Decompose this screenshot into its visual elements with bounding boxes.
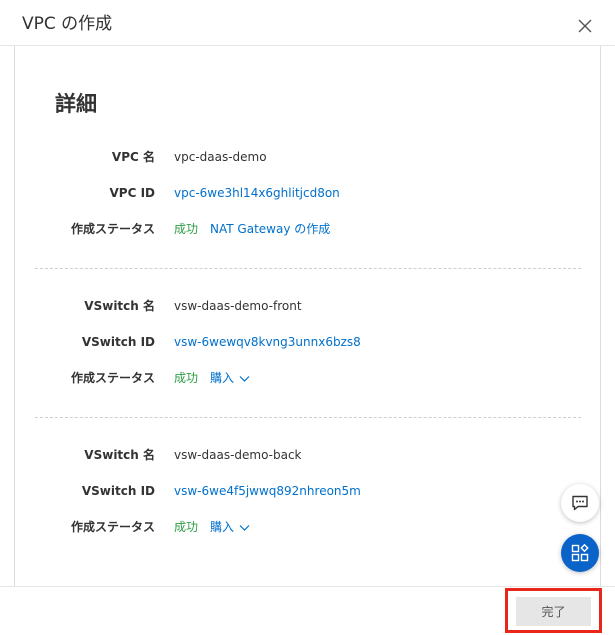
- vswitch-front-id-row: VSwitch ID vsw-6wewqv8kvng3unnx6bzs8: [15, 332, 602, 352]
- field-label: VSwitch ID: [81, 484, 155, 498]
- vswitch-front-name-row: VSwitch 名 vsw-daas-demo-front: [15, 296, 602, 316]
- vswitch-back-id-link[interactable]: vsw-6we4f5jwwq892nhreon5m: [174, 481, 361, 501]
- field-label: VSwitch 名: [84, 448, 155, 462]
- vswitch-front-name-value: vsw-daas-demo-front: [174, 299, 302, 313]
- done-button[interactable]: 完了: [516, 597, 591, 626]
- vswitch-back-status-value: 成功 購入: [174, 517, 250, 537]
- vswitch-front-id-link[interactable]: vsw-6wewqv8kvng3unnx6bzs8: [174, 332, 361, 352]
- status-success: 成功: [174, 222, 199, 236]
- vpc-status-row: 作成ステータス 成功 NAT Gateway の作成: [15, 219, 602, 239]
- vswitch-back-id-row: VSwitch ID vsw-6we4f5jwwq892nhreon5m: [15, 481, 602, 501]
- chevron-down-icon: [239, 524, 250, 531]
- create-nat-gateway-link[interactable]: NAT Gateway の作成: [210, 219, 330, 239]
- section-title: 詳細: [55, 92, 97, 116]
- purchase-label: 購入: [210, 371, 235, 385]
- chevron-down-icon: [239, 375, 250, 382]
- field-label: VPC 名: [111, 150, 155, 164]
- vswitch-back-name-row: VSwitch 名 vsw-daas-demo-back: [15, 445, 602, 465]
- chat-icon: [572, 495, 588, 511]
- divider: [35, 268, 581, 269]
- close-icon[interactable]: [576, 17, 594, 35]
- dialog-header: VPC の作成: [0, 0, 615, 46]
- field-label: VSwitch ID: [81, 335, 155, 349]
- details-panel: 詳細 VPC 名 vpc-daas-demo VPC ID vpc-6we3hl…: [14, 46, 601, 586]
- field-label: VPC ID: [109, 186, 156, 200]
- vpc-name-row: VPC 名 vpc-daas-demo: [15, 147, 602, 167]
- vpc-id-row: VPC ID vpc-6we3hl14x6ghlitjcd8on: [15, 183, 602, 203]
- chat-button[interactable]: [561, 484, 599, 522]
- purchase-dropdown[interactable]: 購入: [210, 517, 250, 537]
- vswitch-front-status-row: 作成ステータス 成功 購入: [15, 368, 602, 388]
- divider: [35, 417, 581, 418]
- dialog-title: VPC の作成: [22, 14, 113, 34]
- apps-icon: [571, 544, 589, 562]
- purchase-label: 購入: [210, 520, 235, 534]
- field-label: 作成ステータス: [70, 222, 155, 236]
- apps-button[interactable]: [561, 534, 599, 572]
- vswitch-back-name-value: vsw-daas-demo-back: [174, 448, 302, 462]
- vswitch-back-status-row: 作成ステータス 成功 購入: [15, 517, 602, 537]
- vswitch-front-status-value: 成功 購入: [174, 368, 250, 388]
- vpc-name-value: vpc-daas-demo: [174, 150, 267, 164]
- vpc-id-link[interactable]: vpc-6we3hl14x6ghlitjcd8on: [174, 183, 340, 203]
- dialog-body[interactable]: 詳細 VPC 名 vpc-daas-demo VPC ID vpc-6we3hl…: [0, 46, 615, 586]
- status-success: 成功: [174, 520, 199, 534]
- field-label: VSwitch 名: [84, 299, 155, 313]
- field-label: 作成ステータス: [70, 520, 155, 534]
- field-label: 作成ステータス: [70, 371, 155, 385]
- status-success: 成功: [174, 371, 199, 385]
- vpc-status-value: 成功 NAT Gateway の作成: [174, 219, 330, 239]
- purchase-dropdown[interactable]: 購入: [210, 368, 250, 388]
